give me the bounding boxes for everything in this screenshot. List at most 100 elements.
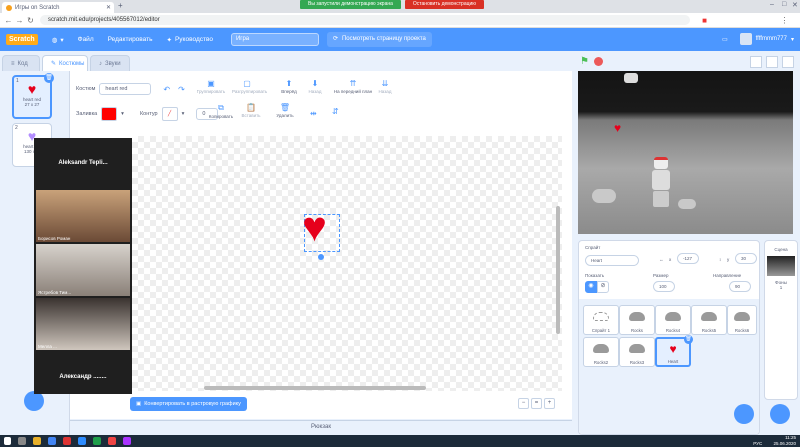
delete-costume-icon[interactable]: 🗑: [44, 73, 54, 83]
project-title-input[interactable]: Игра: [230, 33, 319, 46]
convert-bitmap-button[interactable]: ▣ Конвертировать в растровую графику: [130, 397, 247, 411]
reload-icon[interactable]: ↻: [26, 16, 35, 25]
outline-color-swatch[interactable]: ╱: [161, 107, 178, 121]
zoom-out-icon[interactable]: −: [518, 398, 529, 409]
flip-horizontal-icon[interactable]: ⇹: [310, 109, 317, 118]
add-costume-button[interactable]: [24, 391, 44, 411]
delete-button[interactable]: 🗑 Удалить: [270, 103, 300, 118]
rotate-handle[interactable]: [318, 254, 324, 260]
fullscreen-icon[interactable]: [782, 56, 794, 68]
app-icon[interactable]: [78, 437, 86, 445]
app-icon[interactable]: [108, 437, 116, 445]
x-input[interactable]: -127: [677, 253, 699, 264]
size-input[interactable]: 100: [653, 281, 675, 292]
sprite-thumb-selected[interactable]: ♥ Heart 🗑: [655, 335, 693, 367]
user-menu[interactable]: ▭ ffffmmm777 ▾: [722, 33, 794, 45]
heart-shape[interactable]: ♥: [302, 206, 327, 248]
paste-button[interactable]: 📋 Вставить: [236, 103, 266, 118]
sprite-thumb[interactable]: Rocks6: [727, 305, 757, 335]
windows-start-icon[interactable]: [4, 437, 11, 445]
sprite-thumb[interactable]: Rocks3: [619, 337, 655, 367]
tutorials-menu[interactable]: ✦ Руководство: [167, 36, 213, 44]
tab-code[interactable]: ≡ Код: [2, 55, 40, 71]
maximize-icon[interactable]: □: [782, 1, 786, 8]
search-icon[interactable]: [18, 437, 26, 445]
close-window-icon[interactable]: ✕: [792, 1, 798, 9]
heart-sprite[interactable]: ♥: [614, 121, 621, 135]
paint-canvas[interactable]: ♥: [132, 136, 562, 391]
delete-sprite-icon[interactable]: 🗑: [684, 335, 693, 344]
copy-button[interactable]: ⧉ Копировать: [206, 103, 236, 119]
tab-costumes[interactable]: ✎ Костюмы: [42, 55, 88, 71]
minimize-icon[interactable]: –: [770, 1, 774, 8]
url-field[interactable]: scratch.mit.edu/projects/405567012/edito…: [40, 15, 690, 25]
add-sprite-button[interactable]: [734, 404, 754, 424]
browser-menu-icon[interactable]: ⋮: [780, 16, 789, 25]
y-input[interactable]: 30: [735, 253, 757, 264]
stage[interactable]: ♥: [578, 71, 793, 234]
show-eye-icon[interactable]: ◉: [585, 281, 597, 293]
zoom-in-icon[interactable]: +: [544, 398, 555, 409]
vertical-scrollbar[interactable]: [556, 206, 560, 334]
sprite-thumb[interactable]: Rocks: [619, 305, 655, 335]
forward-icon[interactable]: →: [15, 16, 24, 25]
app-icon[interactable]: [93, 437, 101, 445]
front-button[interactable]: ⇈ На передний план: [332, 79, 374, 94]
zoom-reset-icon[interactable]: =: [531, 398, 542, 409]
flip-vertical-icon[interactable]: ⇵: [332, 107, 339, 116]
explorer-icon[interactable]: [33, 437, 41, 445]
close-tab-icon[interactable]: ✕: [106, 4, 111, 11]
backward-button[interactable]: ⬇ Назад: [300, 79, 330, 94]
costume-thumb-1[interactable]: 1 ♥ heart red 27 x 27 🗑: [12, 73, 54, 119]
heart-icon: ♥: [27, 81, 37, 97]
fill-color-swatch[interactable]: [101, 107, 118, 121]
language-menu[interactable]: ◍ ▾: [52, 36, 64, 44]
sprite-thumb[interactable]: Rocks4: [655, 305, 691, 335]
sprite-thumb[interactable]: Rocks2: [583, 337, 619, 367]
participant-name: Мелла ...: [38, 344, 57, 349]
back-icon[interactable]: ←: [4, 16, 13, 25]
direction-input[interactable]: 90: [729, 281, 751, 292]
sprite-thumb[interactable]: Спрайт 1: [583, 305, 619, 335]
stop-icon[interactable]: [594, 57, 603, 66]
chrome-icon[interactable]: [48, 437, 56, 445]
robot-sprite[interactable]: [650, 157, 672, 217]
green-flag-icon[interactable]: ⚑: [580, 56, 589, 67]
participant-video[interactable]: Ястребов Тим...: [36, 244, 130, 296]
hide-eye-icon[interactable]: ⊘: [597, 281, 609, 293]
chevron-down-icon[interactable]: ▾: [182, 111, 185, 117]
sprite-thumb[interactable]: Rocks5: [691, 305, 727, 335]
rock-sprite[interactable]: [624, 73, 638, 83]
stop-share-button[interactable]: Остановить демонстрацию: [404, 0, 485, 9]
back-button[interactable]: ⇊ Назад: [370, 79, 400, 94]
rock-sprite[interactable]: [592, 189, 616, 203]
redo-icon[interactable]: ↷: [178, 85, 185, 94]
participant-video[interactable]: Мелла ...: [36, 298, 130, 350]
undo-icon[interactable]: ↶: [163, 85, 170, 94]
rock-sprite[interactable]: [678, 199, 696, 209]
small-stage-icon[interactable]: [750, 56, 762, 68]
chevron-down-icon[interactable]: ▾: [121, 111, 124, 117]
browser-tab[interactable]: Игры on Scratch ✕: [2, 2, 114, 13]
costume-name-input[interactable]: heart red: [99, 83, 152, 95]
group-button[interactable]: ▣ Группировать: [196, 79, 226, 94]
os-taskbar: [0, 435, 800, 447]
add-backdrop-button[interactable]: [770, 404, 790, 424]
tab-sounds[interactable]: ♪ Звуки: [90, 55, 130, 71]
see-project-button[interactable]: ⟳ Посмотреть страницу проекта: [326, 32, 432, 47]
scratch-logo[interactable]: Scratch: [6, 34, 38, 45]
sprite-name-input[interactable]: Heart: [585, 255, 639, 266]
file-menu[interactable]: Файл: [78, 36, 94, 43]
stage-pane[interactable]: Сцена Фоны 1: [764, 240, 798, 400]
extension-icon[interactable]: ■: [700, 16, 709, 25]
large-stage-icon[interactable]: [766, 56, 778, 68]
folder-icon[interactable]: ▭: [722, 36, 728, 43]
app-icon[interactable]: [123, 437, 131, 445]
new-tab-icon[interactable]: +: [118, 1, 123, 10]
backpack-bar[interactable]: Рюкзак: [70, 420, 572, 434]
ungroup-button[interactable]: ▢ Разгруппировать: [232, 79, 267, 94]
participant-video[interactable]: Борисов Роман: [36, 190, 130, 242]
app-icon[interactable]: [63, 437, 71, 445]
edit-menu[interactable]: Редактировать: [108, 36, 153, 43]
horizontal-scrollbar[interactable]: [204, 386, 426, 390]
